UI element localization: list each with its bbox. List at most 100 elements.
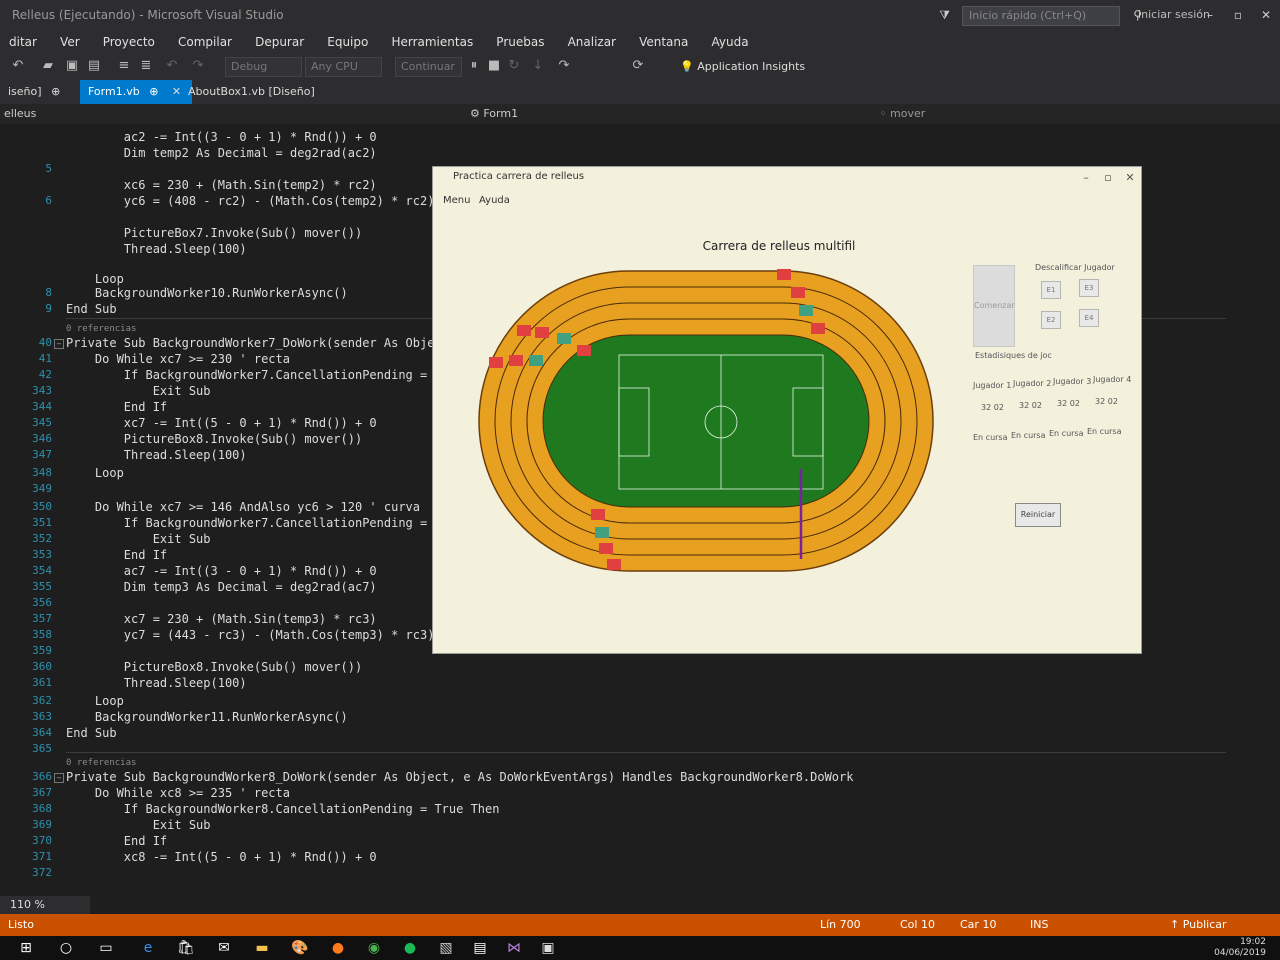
- configuration-dropdown[interactable]: Debug: [225, 57, 302, 77]
- line-number: 42: [38, 368, 52, 381]
- code-line: Exit Sub: [66, 532, 211, 546]
- start-button[interactable]: Comenzar: [973, 265, 1015, 347]
- platform-dropdown[interactable]: Any CPU: [305, 57, 382, 77]
- hot-reload-icon[interactable]: ⟳: [630, 58, 646, 74]
- line-number: 352: [32, 532, 52, 545]
- lightbulb-icon: 💡: [680, 60, 694, 73]
- code-line: PictureBox8.Invoke(Sub() mover()): [66, 660, 363, 674]
- tab-form1-vb[interactable]: Form1.vb ⊕ ✕: [80, 80, 192, 104]
- pause-icon[interactable]: ⏸: [466, 58, 482, 74]
- chrome-icon[interactable]: ◉: [364, 938, 384, 958]
- restart-button[interactable]: Reiniciar: [1015, 503, 1061, 527]
- close-icon[interactable]: ✕: [1252, 0, 1280, 30]
- pin-icon[interactable]: ⊕: [51, 85, 60, 98]
- package-icon[interactable]: ▧: [436, 938, 456, 958]
- player-2-status: En cursa: [1011, 431, 1046, 440]
- collapse-icon[interactable]: −: [54, 773, 64, 783]
- menu-item-tools[interactable]: Herramientas: [382, 30, 482, 54]
- player-1-name: Jugador 1: [973, 381, 1012, 390]
- app-menu-help[interactable]: Ayuda: [479, 195, 510, 206]
- line-number: 354: [32, 564, 52, 577]
- spotify-icon[interactable]: ●: [400, 938, 420, 958]
- minimize-icon[interactable]: –: [1196, 0, 1224, 30]
- menu-item-help[interactable]: Ayuda: [702, 30, 757, 54]
- menu-item-build[interactable]: Compilar: [169, 30, 241, 54]
- maximize-icon[interactable]: ▫: [1224, 0, 1252, 30]
- system-clock[interactable]: 19:02 04/06/2019: [1214, 937, 1266, 959]
- restart-icon[interactable]: ↻: [506, 58, 522, 74]
- comment-icon[interactable]: ≡: [116, 58, 132, 74]
- menu-item-project[interactable]: Proyecto: [94, 30, 164, 54]
- disqualify-e3-button[interactable]: E3: [1079, 279, 1099, 297]
- status-text: Listo: [8, 918, 34, 931]
- tab-aboutbox1-designer[interactable]: AboutBox1.vb [Diseño]: [180, 80, 323, 104]
- windows-start-icon[interactable]: ⊞: [16, 938, 36, 958]
- menu-item-analyze[interactable]: Analizar: [559, 30, 625, 54]
- code-line: End Sub: [66, 302, 117, 316]
- tab-designer[interactable]: iseño] ⊕: [0, 80, 68, 104]
- app-menu-menu[interactable]: Menu: [443, 195, 470, 206]
- menu-item-team[interactable]: Equipo: [318, 30, 377, 54]
- visual-studio-icon[interactable]: ⋈: [504, 938, 524, 958]
- insert-mode-indicator: INS: [1030, 918, 1049, 931]
- codelens-reference: 0 referencias: [66, 758, 137, 768]
- line-number: 366: [32, 770, 52, 783]
- redo-icon[interactable]: ↷: [190, 58, 206, 74]
- task-view-icon[interactable]: ▭: [96, 938, 116, 958]
- player-4-time: 32 02: [1095, 397, 1118, 406]
- uncomment-icon[interactable]: ≣: [138, 58, 154, 74]
- notepad-icon[interactable]: ▤: [470, 938, 490, 958]
- quick-launch-input[interactable]: Inicio rápido (Ctrl+Q): [962, 6, 1120, 26]
- tab-label: iseño]: [8, 85, 42, 98]
- menu-item-window[interactable]: Ventana: [630, 30, 697, 54]
- line-number: 40: [38, 336, 52, 349]
- app-maximize-icon[interactable]: ▫: [1097, 171, 1119, 184]
- file-explorer-icon[interactable]: ▬: [252, 938, 272, 958]
- zoom-level[interactable]: 110 %: [0, 896, 90, 914]
- method-dropdown[interactable]: ◦ mover: [880, 104, 925, 124]
- store-icon[interactable]: 🛍: [176, 938, 196, 958]
- mail-icon[interactable]: ✉: [214, 938, 234, 958]
- code-line: Dim temp3 As Decimal = deg2rad(ac7): [66, 580, 377, 594]
- save-all-icon[interactable]: ▤: [86, 58, 102, 74]
- undo-icon[interactable]: ↶: [164, 58, 180, 74]
- project-dropdown[interactable]: elleus: [4, 104, 36, 124]
- class-dropdown[interactable]: ⚙ Form1: [470, 104, 518, 124]
- paint-icon[interactable]: 🎨: [290, 938, 310, 958]
- line-number: 8: [45, 286, 52, 299]
- menu-item-debug[interactable]: Depurar: [246, 30, 313, 54]
- filter-icon[interactable]: ⧩: [939, 0, 950, 30]
- code-line: Loop: [66, 272, 124, 286]
- code-line: yc7 = (443 - rc3) - (Math.Cos(temp3) * r…: [66, 628, 435, 642]
- code-line: PictureBox7.Invoke(Sub() mover()): [66, 226, 363, 240]
- collapse-icon[interactable]: −: [54, 339, 64, 349]
- publish-button[interactable]: ↑ Publicar: [1170, 914, 1227, 936]
- edge-icon[interactable]: e: [138, 938, 158, 958]
- menu-item-edit[interactable]: ditar: [0, 30, 46, 54]
- back-icon[interactable]: ↶: [10, 58, 26, 74]
- app-minimize-icon[interactable]: –: [1075, 171, 1097, 184]
- pin-icon[interactable]: ⊕: [149, 85, 158, 98]
- stop-icon[interactable]: ■: [486, 58, 502, 74]
- method-separator: [66, 752, 1226, 753]
- continue-dropdown[interactable]: Continuar: [395, 57, 462, 77]
- application-insights-button[interactable]: 💡 Application Insights: [680, 54, 805, 80]
- menu-item-view[interactable]: Ver: [51, 30, 89, 54]
- code-line: Thread.Sleep(100): [66, 676, 247, 690]
- disqualify-e2-button[interactable]: E2: [1041, 311, 1061, 329]
- runner-icon: [535, 327, 549, 338]
- save-icon[interactable]: ▣: [64, 58, 80, 74]
- step-into-icon[interactable]: ↓: [530, 58, 546, 74]
- cortana-icon[interactable]: ○: [56, 938, 76, 958]
- line-number: 369: [32, 818, 52, 831]
- open-folder-icon[interactable]: ▰: [40, 58, 56, 74]
- app-close-icon[interactable]: ✕: [1119, 171, 1141, 184]
- window-title: Relleus (Ejecutando) - Microsoft Visual …: [12, 8, 284, 22]
- app-icon[interactable]: ▣: [538, 938, 558, 958]
- column-indicator: Col 10: [900, 918, 935, 931]
- firefox-icon[interactable]: ●: [328, 938, 348, 958]
- step-over-icon[interactable]: ↷: [556, 58, 572, 74]
- menu-item-test[interactable]: Pruebas: [487, 30, 553, 54]
- disqualify-e4-button[interactable]: E4: [1079, 309, 1099, 327]
- disqualify-e1-button[interactable]: E1: [1041, 281, 1061, 299]
